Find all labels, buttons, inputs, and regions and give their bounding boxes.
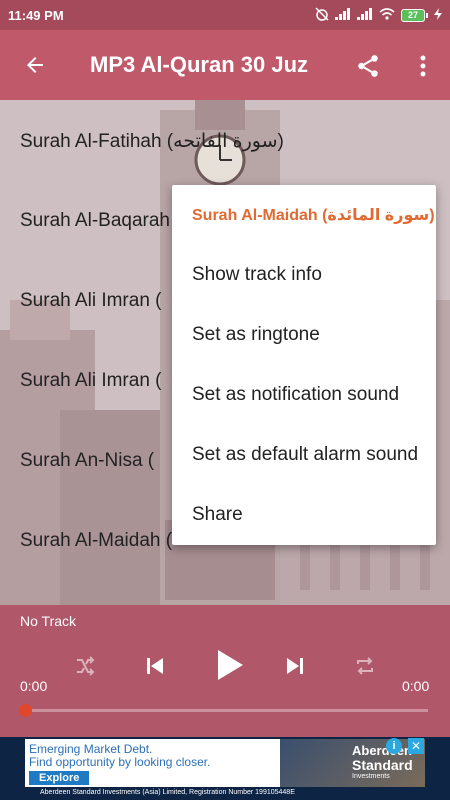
battery-icon: 27 [401, 8, 428, 22]
ad-brand-line-3: Investments [352, 773, 390, 780]
shuffle-button[interactable] [70, 651, 100, 681]
wifi-icon [379, 7, 395, 23]
next-button[interactable] [280, 651, 310, 681]
share-icon [358, 55, 378, 77]
status-icons: 27 [315, 6, 442, 24]
list-item[interactable]: Surah An-Nisa ( [20, 450, 154, 472]
repeat-button[interactable] [350, 651, 380, 681]
list-item[interactable]: Surah Ali Imran ( [20, 290, 162, 312]
alarm-off-icon [315, 6, 329, 24]
play-icon [218, 650, 243, 680]
time-elapsed: 0:00 [20, 678, 48, 694]
media-player: No Track 0:00 0:00 [0, 605, 450, 737]
ad-line-2: Find opportunity by looking closer. [29, 755, 211, 769]
status-time: 11:49 PM [8, 7, 64, 23]
more-vert-icon [420, 55, 426, 77]
ad-close-icon[interactable]: ✕ [408, 738, 424, 754]
menu-item-share[interactable]: Share [192, 504, 243, 526]
previous-button[interactable] [140, 651, 170, 681]
repeat-icon [357, 657, 373, 675]
app-bar: MP3 Al-Quran 30 Juz [0, 30, 450, 100]
menu-header: Surah Al-Maidah (سورة المائدة) [192, 207, 435, 224]
seek-bar[interactable] [20, 709, 428, 712]
signal-1-icon [335, 7, 351, 23]
context-menu: Surah Al-Maidah (سورة المائدة) Show trac… [172, 185, 436, 545]
menu-item-set-ringtone[interactable]: Set as ringtone [192, 324, 320, 346]
list-item[interactable]: Surah Ali Imran ( [20, 370, 162, 392]
arrow-back-icon [27, 57, 43, 73]
ad-explore-button[interactable]: Explore [29, 771, 89, 785]
menu-item-set-notification[interactable]: Set as notification sound [192, 384, 399, 406]
ad-line-1: Emerging Market Debt. [29, 742, 153, 756]
battery-level: 27 [401, 8, 425, 22]
shuffle-icon [77, 656, 95, 676]
ad-brand-line-2: Standard [352, 757, 413, 773]
list-item[interactable]: Surah Al-Maidah ( [20, 530, 172, 552]
page-title: MP3 Al-Quran 30 Juz [90, 52, 309, 77]
share-button[interactable] [350, 48, 386, 84]
ad-footer: Aberdeen Standard Investments (Asia) Lim… [40, 789, 295, 796]
ad-brand-line-1: Aberdeen [352, 743, 412, 758]
charging-icon [434, 7, 442, 23]
skip-next-icon [287, 658, 303, 674]
ad-info-icon[interactable]: i [386, 738, 402, 754]
skip-previous-icon [147, 658, 163, 674]
signal-2-icon [357, 7, 373, 23]
ad-banner[interactable]: Emerging Market Debt. Find opportunity b… [0, 737, 450, 800]
time-total: 0:00 [402, 678, 430, 694]
track-title: No Track [20, 613, 77, 629]
menu-item-show-track-info[interactable]: Show track info [192, 264, 322, 286]
more-options-button[interactable] [405, 48, 441, 84]
list-item[interactable]: Surah Al-Baqarah [20, 210, 170, 232]
menu-item-set-alarm[interactable]: Set as default alarm sound [192, 444, 418, 466]
play-button[interactable] [210, 645, 250, 685]
seek-thumb[interactable] [19, 704, 32, 717]
status-bar: 11:49 PM 27 [0, 0, 450, 30]
list-item[interactable]: Surah Al-Fatihah (سورة الفاتحه) [20, 130, 284, 153]
ad-text-panel: Emerging Market Debt. Find opportunity b… [25, 739, 280, 787]
back-button[interactable] [0, 30, 70, 100]
